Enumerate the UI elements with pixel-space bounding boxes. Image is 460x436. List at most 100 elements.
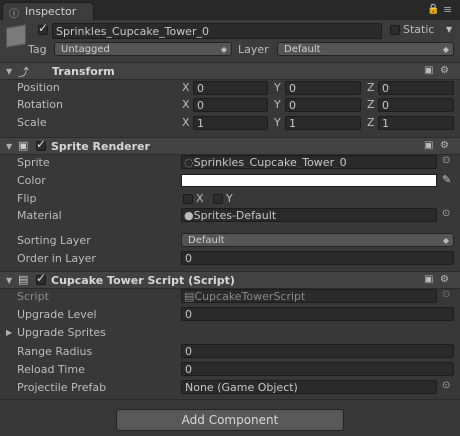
- upgrade-level-label: Upgrade Level: [17, 308, 97, 321]
- flip-y-label: Y: [226, 192, 233, 205]
- projectile-prefab-label: Projectile Prefab: [17, 381, 107, 394]
- rotation-x[interactable]: 0: [193, 98, 268, 112]
- fold-icon[interactable]: ▼: [6, 142, 12, 151]
- transform-title: Transform: [52, 65, 115, 78]
- scale-x[interactable]: 1: [193, 116, 268, 130]
- scale-y[interactable]: 1: [285, 116, 361, 130]
- script-label: Script: [17, 290, 49, 303]
- material-label: Material: [17, 209, 62, 222]
- gear-icon[interactable]: ⚙: [440, 65, 449, 76]
- lock-icon[interactable]: 🔒: [427, 4, 439, 15]
- sprite-value: Sprinkles_Cupcake_Tower_0: [193, 156, 347, 169]
- sprite-renderer-icon: ▣: [18, 139, 29, 152]
- script-enabled-checkbox[interactable]: [36, 271, 46, 285]
- gear-icon[interactable]: ⚙: [440, 274, 449, 285]
- flip-x-checkbox[interactable]: [183, 194, 193, 204]
- axis-y: Y: [274, 81, 281, 94]
- object-picker-icon: ⊙: [442, 289, 451, 300]
- script-header[interactable]: ▼ ▤ Cupcake Tower Script (Script) ▣ ⚙: [0, 271, 460, 289]
- script-asset-icon: ▤: [184, 290, 195, 303]
- sprite-renderer-title: Sprite Renderer: [51, 140, 150, 153]
- tag-value: Untagged: [61, 44, 110, 55]
- rotation-z[interactable]: 0: [378, 98, 454, 112]
- color-swatch[interactable]: [181, 174, 437, 187]
- static-label: Static: [403, 23, 435, 36]
- projectile-prefab-field[interactable]: None (Game Object): [181, 380, 437, 394]
- help-icon[interactable]: ▣: [424, 65, 433, 76]
- layer-label: Layer: [238, 43, 269, 56]
- chevron-icon: ◆: [442, 45, 449, 54]
- tag-dropdown[interactable]: Untagged ◆: [54, 42, 232, 56]
- axis-z: Z: [367, 81, 375, 94]
- add-component-label: Add Component: [181, 413, 279, 427]
- axis-x: X: [182, 81, 190, 94]
- menu-icon[interactable]: ≡: [443, 3, 452, 16]
- color-label: Color: [17, 174, 46, 187]
- scale-z[interactable]: 1: [378, 116, 454, 130]
- reload-time-input[interactable]: 0: [181, 362, 454, 376]
- axis-x: X: [182, 116, 190, 129]
- tab-inspector[interactable]: ⓘ Inspector: [2, 2, 94, 20]
- sprite-field[interactable]: ◌Sprinkles_Cupcake_Tower_0: [181, 155, 437, 169]
- material-value: Sprites-Default: [193, 209, 277, 222]
- order-label: Order in Layer: [17, 252, 96, 265]
- add-component-button[interactable]: Add Component: [116, 409, 344, 431]
- script-field: ▤CupcakeTowerScript: [181, 289, 437, 303]
- sorting-layer-label: Sorting Layer: [17, 234, 91, 247]
- axis-y: Y: [274, 98, 281, 111]
- eyedropper-icon[interactable]: ✎: [442, 173, 451, 186]
- position-x[interactable]: 0: [193, 81, 268, 95]
- position-z[interactable]: 0: [378, 81, 454, 95]
- layer-value: Default: [284, 44, 321, 55]
- upgrade-level-input[interactable]: 0: [181, 307, 454, 321]
- chevron-icon: ◆: [442, 236, 449, 245]
- sprite-renderer-header[interactable]: ▼ ▣ Sprite Renderer ▣ ⚙: [0, 137, 460, 155]
- upgrade-sprites-label[interactable]: Upgrade Sprites: [17, 326, 106, 339]
- script-title: Cupcake Tower Script (Script): [51, 274, 235, 287]
- inspector-icon: ⓘ: [9, 9, 19, 20]
- position-y[interactable]: 0: [285, 81, 361, 95]
- transform-header[interactable]: ▼ ⤴ Transform ▣ ⚙: [0, 62, 460, 80]
- rotation-label: Rotation: [17, 98, 64, 111]
- flip-y-checkbox[interactable]: [213, 194, 223, 204]
- chevron-icon: ◆: [220, 45, 227, 54]
- object-picker-icon[interactable]: ⊙: [442, 208, 450, 219]
- object-picker-icon[interactable]: ⊙: [442, 155, 450, 166]
- static-checkbox[interactable]: [390, 25, 400, 35]
- active-checkbox[interactable]: [38, 21, 48, 35]
- static-dropdown-icon[interactable]: ▼: [446, 25, 452, 34]
- gear-icon[interactable]: ⚙: [440, 140, 449, 151]
- object-picker-icon[interactable]: ⊙: [442, 380, 450, 391]
- reload-time-label: Reload Time: [17, 363, 85, 376]
- sprite-asset-icon: ◌: [184, 156, 194, 169]
- tab-title: Inspector: [25, 5, 77, 18]
- sprite-renderer-enabled-checkbox[interactable]: [36, 137, 46, 151]
- axis-y: Y: [274, 116, 281, 129]
- material-icon: ●: [184, 209, 194, 222]
- flip-x-label: X: [196, 192, 204, 205]
- sorting-layer-dropdown[interactable]: Default ◆: [181, 233, 454, 247]
- divider: [0, 399, 460, 400]
- fold-icon[interactable]: ▼: [6, 67, 12, 76]
- rotation-y[interactable]: 0: [285, 98, 361, 112]
- flip-label: Flip: [17, 192, 37, 205]
- tag-label: Tag: [28, 43, 47, 56]
- material-field[interactable]: ●Sprites-Default: [181, 208, 437, 222]
- help-icon[interactable]: ▣: [424, 140, 433, 151]
- fold-icon[interactable]: ▼: [6, 276, 12, 285]
- axis-x: X: [182, 98, 190, 111]
- fold-right-icon[interactable]: ▶: [6, 328, 12, 337]
- object-name-input[interactable]: Sprinkles_Cupcake_Tower_0: [52, 23, 382, 39]
- gameobject-icon: [6, 24, 26, 48]
- range-radius-input[interactable]: 0: [181, 344, 454, 358]
- axis-z: Z: [367, 116, 375, 129]
- transform-icon: ⤴: [18, 66, 29, 79]
- order-in-layer-input[interactable]: 0: [181, 251, 454, 265]
- sprite-label: Sprite: [17, 156, 50, 169]
- position-label: Position: [17, 81, 60, 94]
- help-icon[interactable]: ▣: [424, 274, 433, 285]
- script-value: CupcakeTowerScript: [194, 290, 306, 303]
- script-icon: ▤: [18, 273, 29, 286]
- scale-label: Scale: [17, 116, 47, 129]
- layer-dropdown[interactable]: Default ◆: [277, 42, 454, 56]
